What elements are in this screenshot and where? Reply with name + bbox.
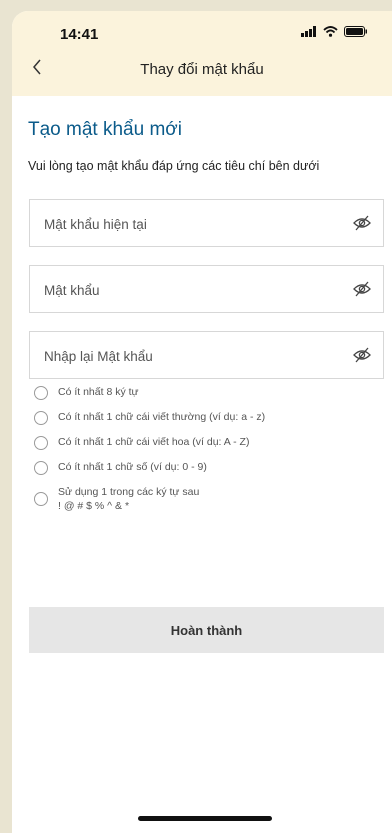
criteria-text: Có ít nhất 8 ký tự [58,386,139,398]
battery-icon [344,26,367,37]
criteria-text: Có ít nhất 1 chữ cái viết hoa (ví dụ: A … [58,436,250,448]
criteria-item: Có ít nhất 1 chữ cái viết hoa (ví dụ: A … [34,435,265,450]
wifi-icon [323,26,338,37]
criteria-radio-icon [34,436,48,450]
form-subtitle: Vui lòng tạo mật khẩu đáp ứng các tiêu c… [28,159,320,173]
current-password-input[interactable] [42,200,336,248]
eye-off-icon[interactable] [353,347,371,363]
status-time: 14:41 [60,26,99,43]
criteria-radio-icon [34,411,48,425]
form-heading: Tạo mật khẩu mới [28,119,182,140]
status-icons [301,26,368,37]
phone-screen: 14:41 Thay đổi mật khẩu Tạo mật khẩu mới… [12,11,392,833]
confirm-password-field [29,331,384,380]
criteria-item: Có ít nhất 1 chữ số (ví dụ: 0 - 9) [34,460,265,475]
criteria-item: Có ít nhất 1 chữ cái viết thường (ví dụ:… [34,410,265,425]
eye-off-icon[interactable] [353,281,371,297]
complete-button[interactable]: Hoàn thành [29,607,384,653]
criteria-text: Sử dụng 1 trong các ký tự sau ! @ # $ % … [58,485,199,513]
criteria-text: Có ít nhất 1 chữ cái viết thường (ví dụ:… [58,411,266,423]
top-header: 14:41 Thay đổi mật khẩu [12,11,392,96]
criteria-radio-icon [34,461,48,475]
criteria-text: Có ít nhất 1 chữ số (ví dụ: 0 - 9) [58,461,207,473]
new-password-field [29,265,384,314]
current-password-field [29,199,384,248]
new-password-input[interactable] [42,266,336,314]
criteria-special-chars: ! @ # $ % ^ & * [58,500,130,512]
eye-off-icon[interactable] [353,215,371,231]
criteria-item: Sử dụng 1 trong các ký tự sau ! @ # $ % … [34,485,265,513]
criteria-radio-icon [34,386,48,400]
criteria-item: Có ít nhất 8 ký tự [34,385,265,400]
criteria-text-line1: Sử dụng 1 trong các ký tự sau [58,486,200,498]
home-indicator [138,816,272,821]
page-title: Thay đổi mật khẩu [140,61,264,78]
password-criteria-list: Có ít nhất 8 ký tự Có ít nhất 1 chữ cái … [34,385,265,523]
signal-icon [301,26,316,37]
criteria-radio-icon [34,492,48,506]
confirm-password-input[interactable] [42,332,336,380]
